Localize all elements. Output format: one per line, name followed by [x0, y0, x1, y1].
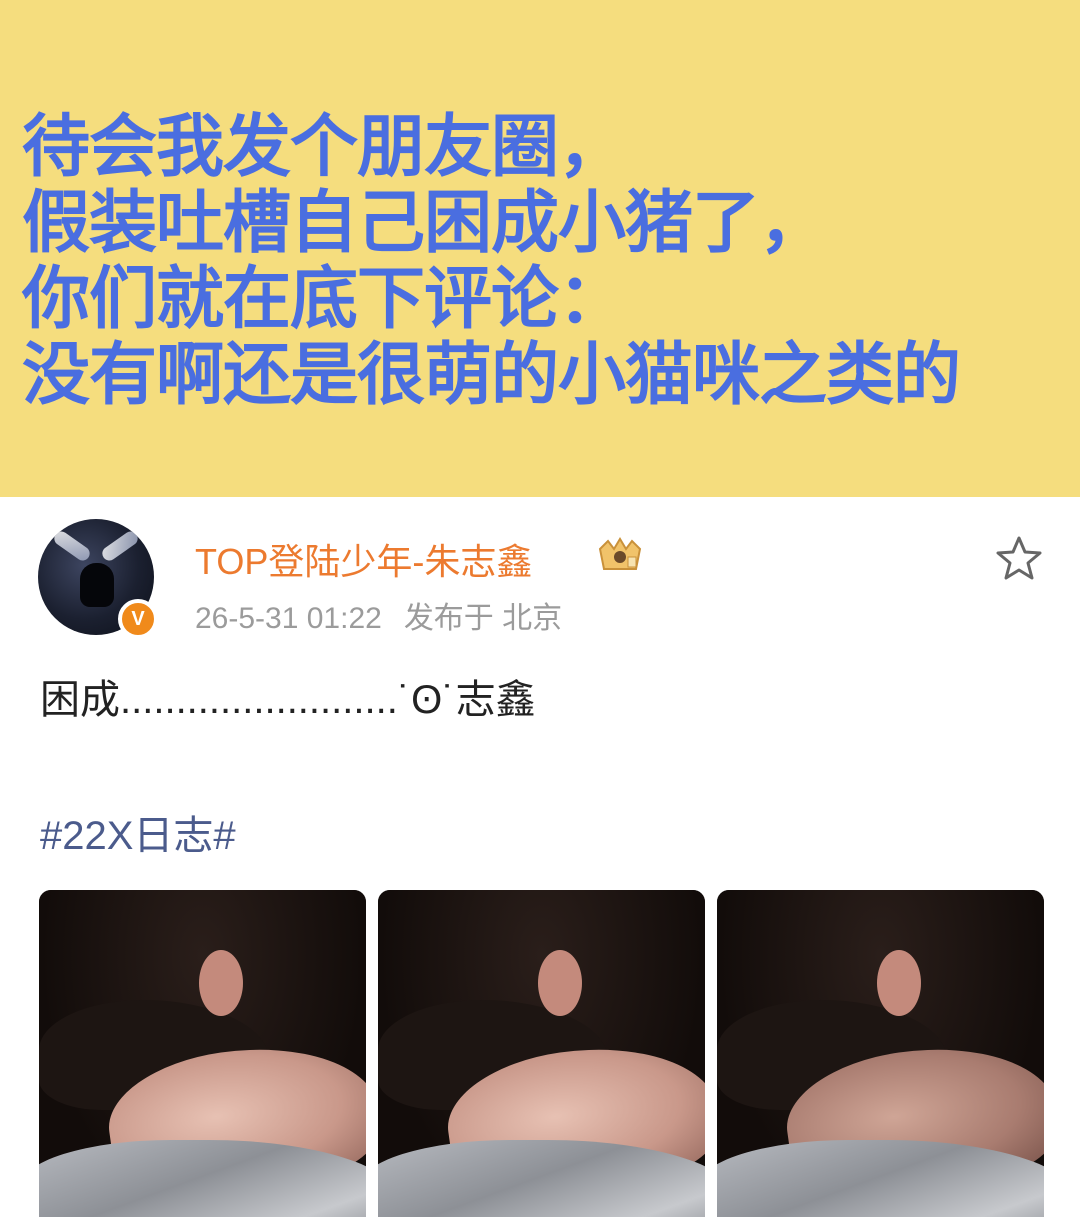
banner-text: 待会我发个朋友圈， 假装吐槽自己困成小猪了， 你们就在底下评论： 没有啊还是很萌… [22, 108, 961, 415]
post-meta: 26-5-31 01:22 发布于 北京 [195, 593, 584, 637]
hashtag-link[interactable]: #22X日志# [40, 803, 236, 861]
verified-badge: V [118, 599, 158, 639]
star-icon[interactable] [995, 535, 1043, 581]
photo-ear [538, 950, 582, 1016]
weibo-post: V TOP登陆少年-朱志鑫 26-5-31 01:22 发布于 北京 困成....… [0, 497, 1080, 1217]
photo-2[interactable] [378, 890, 705, 1217]
photo-blanket [717, 1140, 1044, 1217]
meme-banner: 待会我发个朋友圈， 假装吐槽自己困成小猪了， 你们就在底下评论： 没有啊还是很萌… [0, 0, 1080, 497]
vip-crown-icon [598, 537, 642, 570]
avatar-wing-left [51, 528, 93, 564]
photo-ear [199, 950, 243, 1016]
timestamp: 26-5-31 01:22 [195, 602, 382, 635]
avatar-wing-right [99, 528, 141, 564]
photo-3[interactable] [717, 890, 1044, 1217]
post-content: 困成.........................˙ʘ˙志鑫 [40, 678, 536, 722]
username[interactable]: TOP登陆少年-朱志鑫 [195, 533, 532, 585]
location: 发布于 北京 [403, 602, 563, 635]
photo-ear [877, 950, 921, 1016]
avatar-cat [80, 563, 114, 607]
photo-blanket [39, 1140, 366, 1217]
photo-blanket [378, 1140, 705, 1217]
photo-1[interactable] [39, 890, 366, 1217]
